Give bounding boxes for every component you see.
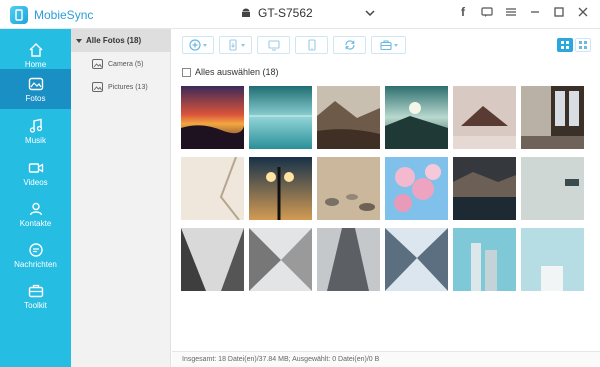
- photo-icon: [28, 77, 43, 90]
- photo-thumbnail[interactable]: [521, 228, 584, 291]
- photo-thumbnail[interactable]: [181, 157, 244, 220]
- collapse-triangle-icon[interactable]: [76, 38, 82, 43]
- device-name: GT-S7562: [258, 6, 313, 20]
- select-all[interactable]: Alles auswählen (18): [182, 67, 279, 77]
- close-icon[interactable]: [576, 5, 590, 19]
- toolbox-button[interactable]: [371, 36, 406, 54]
- nav-label: Fotos: [25, 93, 46, 103]
- photo-thumbnail[interactable]: [521, 86, 584, 149]
- photo-thumbnail[interactable]: [317, 157, 380, 220]
- photo-thumbnail[interactable]: [317, 228, 380, 291]
- album-all-photos[interactable]: Alle Fotos (18): [71, 29, 171, 52]
- photo-thumbnail[interactable]: [181, 86, 244, 149]
- nav-label: Musik: [25, 135, 46, 145]
- video-icon: [28, 162, 43, 173]
- status-text: Insgesamt: 18 Datei(en)/37.84 MB; Ausgew…: [182, 356, 380, 363]
- menu-icon[interactable]: [504, 5, 518, 19]
- nav-fotos[interactable]: Fotos: [0, 69, 71, 109]
- status-bar: Insgesamt: 18 Datei(en)/37.84 MB; Ausgew…: [172, 351, 600, 367]
- home-icon: [29, 42, 42, 57]
- toolbox-icon: [379, 40, 392, 51]
- sidebar: Home Fotos Musik Videos Kontakte Nachric…: [0, 29, 71, 367]
- dropdown-arrow-icon: [393, 43, 398, 47]
- music-icon: [29, 118, 42, 133]
- photo-thumbnail[interactable]: [249, 86, 312, 149]
- photo-thumbnail[interactable]: [181, 228, 244, 291]
- android-icon: [242, 8, 250, 17]
- large-view-icon: [579, 41, 587, 49]
- grid-view-icon: [561, 41, 569, 49]
- toolkit-icon: [28, 284, 43, 297]
- brand: MobieSync: [10, 6, 93, 24]
- facebook-icon[interactable]: f: [456, 5, 470, 19]
- photo-thumbnail[interactable]: [521, 157, 584, 220]
- select-all-label: Alles auswählen (18): [195, 67, 279, 77]
- album-icon: [92, 82, 103, 92]
- nav-kontakte[interactable]: Kontakte: [0, 194, 71, 234]
- nav-toolkit[interactable]: Toolkit: [0, 276, 71, 316]
- nav-label: Home: [24, 59, 47, 69]
- mobiesync-logo-icon: [10, 6, 28, 24]
- device-selector[interactable]: GT-S7562: [240, 6, 375, 20]
- photo-thumbnail[interactable]: [453, 157, 516, 220]
- export-to-pc-icon: [267, 40, 280, 51]
- photo-thumbnail[interactable]: [385, 157, 448, 220]
- messages-icon: [28, 242, 43, 257]
- photo-thumbnail[interactable]: [385, 86, 448, 149]
- photo-thumbnail[interactable]: [249, 157, 312, 220]
- nav-videos[interactable]: Videos: [0, 153, 71, 193]
- album-pictures[interactable]: Pictures (13): [92, 82, 148, 92]
- maximize-icon[interactable]: [552, 5, 566, 19]
- photo-thumbnail[interactable]: [317, 86, 380, 149]
- main-content: Alles auswählen (18) Insgesamt: 18 Datei…: [172, 29, 600, 367]
- dropdown-arrow-icon: [203, 43, 207, 47]
- photo-thumbnail[interactable]: [453, 228, 516, 291]
- select-all-checkbox[interactable]: [182, 67, 191, 77]
- chat-icon[interactable]: [480, 5, 494, 19]
- export-to-pc-button[interactable]: [257, 36, 290, 54]
- nav-label: Toolkit: [24, 300, 47, 310]
- photo-thumbnail[interactable]: [453, 86, 516, 149]
- album-label: Camera (5): [108, 60, 144, 68]
- album-icon: [92, 59, 103, 69]
- nav-label: Kontakte: [19, 218, 52, 228]
- chevron-down-icon[interactable]: [365, 8, 375, 18]
- export-to-device-button[interactable]: [219, 36, 252, 54]
- dropdown-arrow-icon: [240, 43, 245, 47]
- nav-label: Nachrichten: [14, 259, 57, 269]
- toolbar: [182, 36, 406, 54]
- window-controls: f: [456, 5, 590, 19]
- app-name: MobieSync: [34, 8, 94, 22]
- albums-panel: Alle Fotos (18) Camera (5) Pictures (13): [71, 29, 171, 367]
- view-toggle: [557, 38, 591, 52]
- album-camera[interactable]: Camera (5): [92, 59, 143, 69]
- nav-label: Videos: [23, 177, 48, 187]
- add-icon: [189, 39, 201, 51]
- album-label: Pictures (13): [108, 83, 148, 91]
- nav-musik[interactable]: Musik: [0, 111, 71, 151]
- grid-view-button[interactable]: [557, 38, 573, 52]
- contacts-icon: [29, 202, 42, 215]
- photo-thumbnail[interactable]: [249, 228, 312, 291]
- phone-button[interactable]: [295, 36, 328, 54]
- phone-icon: [307, 39, 316, 51]
- large-view-button[interactable]: [575, 38, 591, 52]
- add-button[interactable]: [182, 36, 214, 54]
- album-header-label: Alle Fotos (18): [86, 36, 142, 45]
- photo-thumbnail[interactable]: [385, 228, 448, 291]
- nav-nachrichten[interactable]: Nachrichten: [0, 235, 71, 275]
- sync-icon: [344, 40, 355, 50]
- export-to-device-icon: [228, 39, 237, 51]
- minimize-icon[interactable]: [528, 5, 542, 19]
- sync-button[interactable]: [333, 36, 366, 54]
- title-bar: MobieSync GT-S7562 f: [0, 0, 600, 29]
